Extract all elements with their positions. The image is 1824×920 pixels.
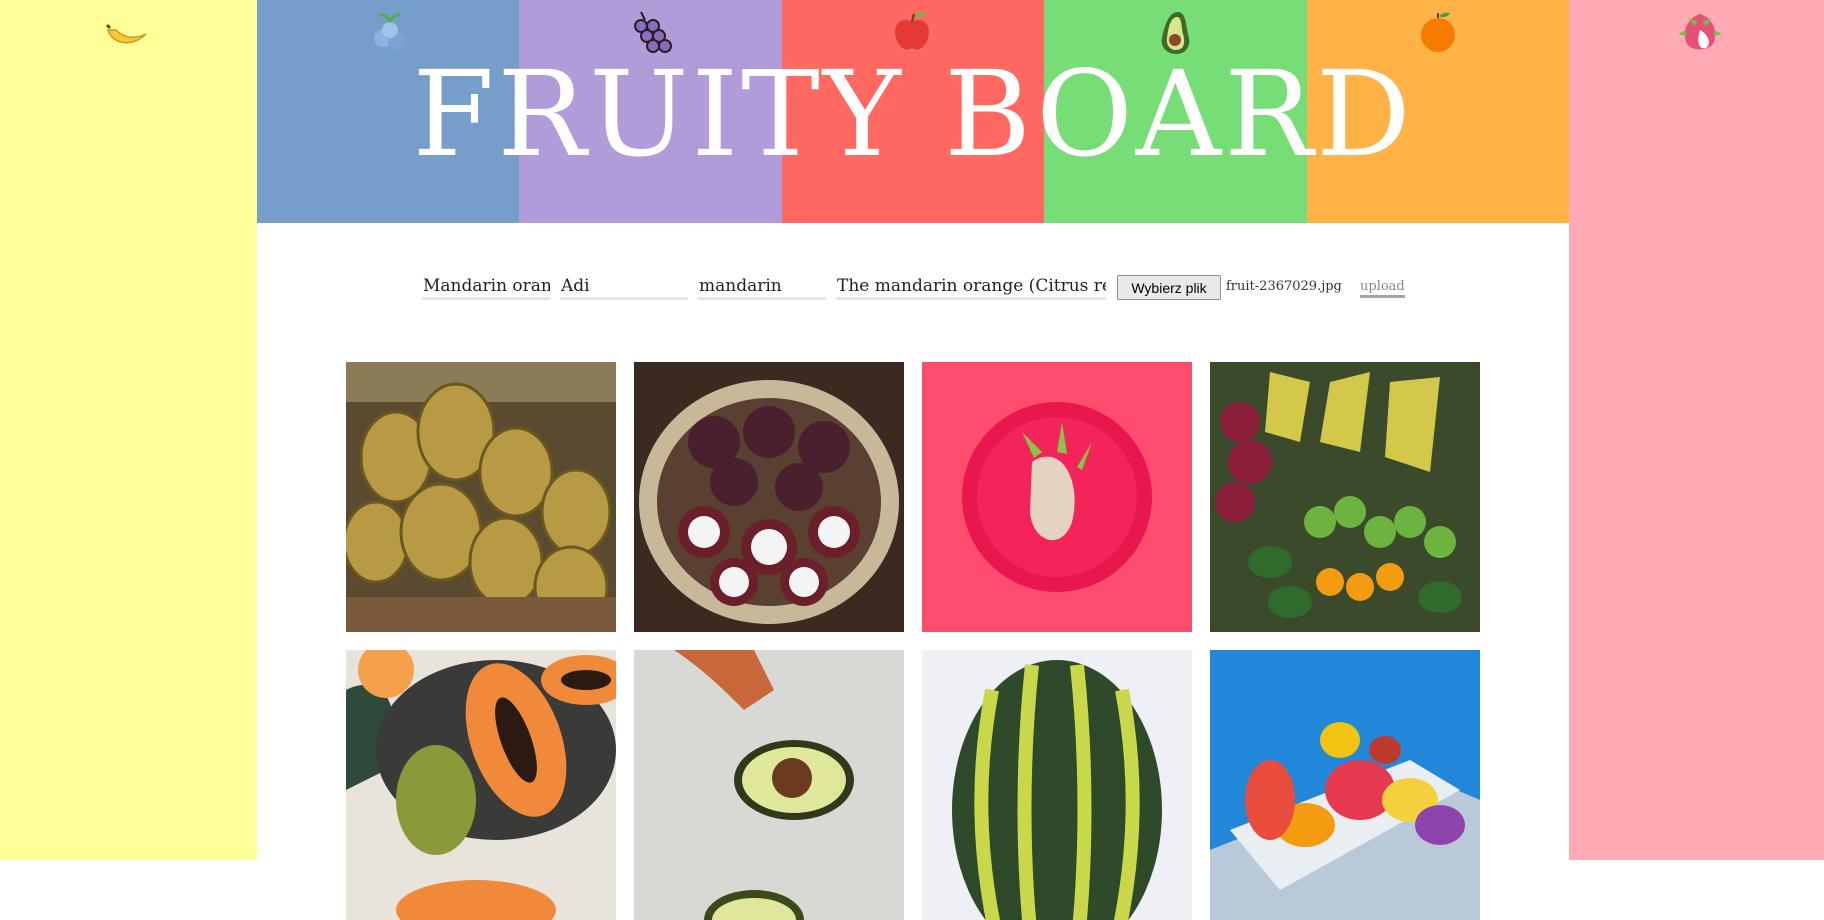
fruit-tile-durian[interactable] — [346, 362, 616, 632]
upload-form: Wybierz plik fruit-2367029.jpg upload — [0, 272, 1824, 312]
fruit-tile-dragon-fruit[interactable] — [922, 362, 1192, 632]
fruit-tile-mangosteen[interactable] — [634, 362, 904, 632]
fruit-tile-fruit-platter[interactable] — [1210, 650, 1480, 920]
author-input[interactable] — [560, 272, 688, 300]
page-title: FRUITY BOARD — [412, 45, 1414, 183]
upload-link[interactable]: upload — [1360, 279, 1405, 298]
fruit-tile-avocado[interactable] — [634, 650, 904, 920]
dragon-fruit-icon — [1676, 8, 1724, 56]
description-input[interactable] — [836, 272, 1106, 300]
banana-icon — [102, 8, 150, 56]
fruit-tile-papaya[interactable] — [346, 650, 616, 920]
blueberry-icon — [366, 8, 414, 56]
selected-file-name: fruit-2367029.jpg — [1226, 279, 1342, 294]
left-side-stripe — [0, 0, 257, 860]
fruit-tile-watermelon[interactable] — [922, 650, 1192, 920]
fruit-name-input[interactable] — [422, 272, 550, 300]
orange-icon — [1414, 8, 1462, 56]
choose-file-button[interactable]: Wybierz plik — [1117, 275, 1221, 300]
right-side-stripe — [1569, 0, 1824, 860]
tag-input[interactable] — [698, 272, 826, 300]
fruit-tile-fruit-market[interactable] — [1210, 362, 1480, 632]
